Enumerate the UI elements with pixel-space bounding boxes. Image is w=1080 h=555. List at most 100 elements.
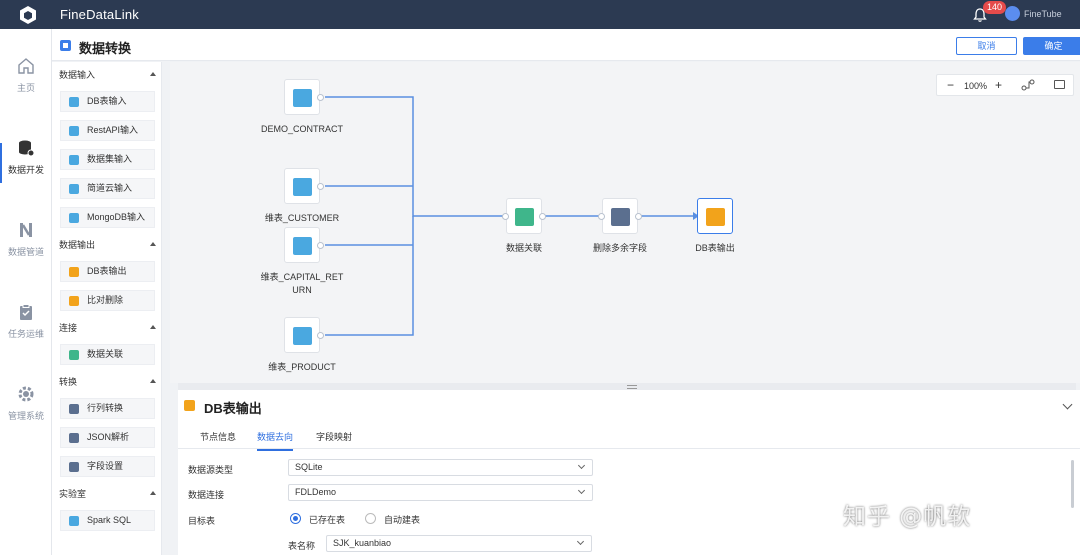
node-type-icon <box>69 404 79 414</box>
palette-item[interactable]: Spark SQL <box>60 510 155 531</box>
output-port[interactable] <box>317 332 324 339</box>
flow-node-db-input[interactable] <box>284 317 324 353</box>
tab-data-destination[interactable]: 数据去向 <box>257 430 294 451</box>
app-logo-icon[interactable] <box>18 5 38 25</box>
table-name-select[interactable]: SJK_kuanbiao <box>326 535 592 552</box>
connection-select[interactable]: FDLDemo <box>288 484 593 501</box>
nav-item-pipeline[interactable]: 数据管道 <box>0 221 52 281</box>
node-label: 数据关联 <box>505 243 542 253</box>
node-type-icon <box>69 350 79 360</box>
flow-node-db-input[interactable] <box>284 79 324 115</box>
input-port[interactable] <box>598 213 605 220</box>
node-type-icon <box>69 433 79 443</box>
palette-item-label: DB表输入 <box>87 96 127 106</box>
node-label: 维表_CUSTOMER <box>264 213 340 223</box>
node-type-icon <box>69 267 79 277</box>
flow-node-join[interactable] <box>502 198 546 234</box>
palette-item[interactable]: 简道云输入 <box>60 178 155 199</box>
palette-section-title[interactable]: 数据输出 <box>59 238 95 251</box>
palette-item[interactable]: 数据关联 <box>60 344 155 365</box>
palette-item-label: 数据关联 <box>87 349 124 359</box>
connection-label: 数据连接 <box>188 490 225 500</box>
collapse-icon[interactable] <box>150 242 156 246</box>
avatar[interactable] <box>1005 6 1020 21</box>
palette-item-label: 比对删除 <box>87 295 124 305</box>
source-type-label: 数据源类型 <box>188 465 234 475</box>
watermark: 知乎 @帆软 <box>843 504 972 530</box>
panel-scrollbar[interactable] <box>1071 460 1074 508</box>
nav-item-data-dev[interactable]: 数据开发 <box>0 139 52 199</box>
palette-section-title[interactable]: 实验室 <box>59 487 86 500</box>
home-icon <box>18 58 34 74</box>
radio-auto-create[interactable] <box>365 513 376 524</box>
zoom-out-button[interactable]: − <box>947 79 954 91</box>
palette-item-label: RestAPI输入 <box>87 125 139 135</box>
palette-section-title[interactable]: 连接 <box>59 321 77 334</box>
node-type-icon <box>69 462 79 472</box>
zoom-in-button[interactable]: + <box>995 78 1002 92</box>
nav-item-admin[interactable]: 管理系统 <box>0 385 52 445</box>
flow-node-db-input[interactable] <box>284 168 324 204</box>
db-icon <box>293 237 312 255</box>
select-value: SJK_kuanbiao <box>333 538 392 548</box>
zoom-toolbar: − 100% + <box>936 74 1074 96</box>
collapse-icon[interactable] <box>150 325 156 329</box>
nav-label: 管理系统 <box>7 411 44 421</box>
nav-label: 主页 <box>16 83 35 93</box>
palette-item[interactable]: DB表输出 <box>60 261 155 282</box>
chevron-down-icon <box>577 486 586 495</box>
input-port[interactable] <box>502 213 509 220</box>
palette-item[interactable]: DB表输入 <box>60 91 155 112</box>
tab-field-mapping[interactable]: 字段映射 <box>316 430 352 449</box>
confirm-button[interactable]: 确定 <box>1023 37 1080 55</box>
collapse-icon[interactable] <box>150 72 156 76</box>
flow-canvas[interactable]: − 100% + DEMO_CONTRACT 维表_CUSTOMER 维表_CA… <box>170 62 1080 383</box>
output-port[interactable] <box>317 242 324 249</box>
node-type-icon <box>69 155 79 165</box>
select-value: SQLite <box>295 462 323 472</box>
output-port[interactable] <box>317 94 324 101</box>
output-port[interactable] <box>539 213 546 220</box>
tab-node-info[interactable]: 节点信息 <box>200 430 236 449</box>
chevron-down-icon <box>576 537 585 546</box>
node-label: 维表_CAPITAL_RETURN <box>260 272 344 295</box>
palette-item[interactable]: 数据集输入 <box>60 149 155 170</box>
flow-node-field-select[interactable] <box>598 198 642 234</box>
palette-item[interactable]: 字段设置 <box>60 456 155 477</box>
panel-splitter[interactable] <box>178 383 1076 390</box>
palette-item-label: 简道云输入 <box>87 183 133 193</box>
minimap-icon[interactable] <box>1054 80 1065 89</box>
palette-item[interactable]: MongoDB输入 <box>60 207 155 228</box>
db-output-icon <box>706 208 725 226</box>
target-table-label: 目标表 <box>188 516 216 526</box>
db-icon <box>293 178 312 196</box>
palette-item[interactable]: RestAPI输入 <box>60 120 155 141</box>
node-type-icon <box>69 213 79 223</box>
cancel-button[interactable]: 取消 <box>956 37 1017 55</box>
palette-item[interactable]: JSON解析 <box>60 427 155 448</box>
source-type-select[interactable]: SQLite <box>288 459 593 476</box>
node-type-icon <box>69 126 79 136</box>
flow-node-db-output[interactable] <box>697 198 733 234</box>
pipeline-icon <box>20 223 32 237</box>
collapse-icon[interactable] <box>150 491 156 495</box>
palette-item[interactable]: 行列转换 <box>60 398 155 419</box>
database-icon <box>19 140 35 157</box>
palette-section-title[interactable]: 转换 <box>59 375 77 388</box>
chevron-down-icon[interactable] <box>1062 399 1073 410</box>
radio-label: 自动建表 <box>384 515 421 525</box>
node-label: DB表输出 <box>695 243 735 253</box>
nav-item-home[interactable]: 主页 <box>0 57 52 117</box>
output-port[interactable] <box>317 183 324 190</box>
radio-existing-table[interactable] <box>290 513 301 524</box>
nav-item-ops[interactable]: 任务运维 <box>0 303 52 363</box>
app-title: FineDataLink <box>60 7 139 22</box>
user-name[interactable]: FineTube <box>1024 9 1062 19</box>
palette-item[interactable]: 比对删除 <box>60 290 155 311</box>
collapse-icon[interactable] <box>150 379 156 383</box>
layout-icon[interactable] <box>1021 79 1035 91</box>
palette-section-title[interactable]: 数据输入 <box>59 68 95 81</box>
page-title: 数据转换 <box>79 41 132 56</box>
flow-node-db-input[interactable] <box>284 227 324 263</box>
output-port[interactable] <box>635 213 642 220</box>
